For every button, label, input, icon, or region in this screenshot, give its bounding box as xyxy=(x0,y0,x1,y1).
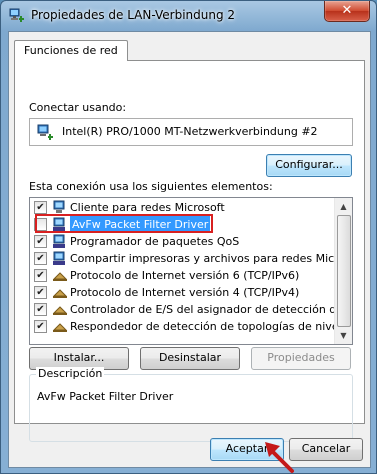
close-button[interactable]: ✕ xyxy=(324,1,370,22)
properties-button: Propiedades xyxy=(251,347,351,370)
dialog-body: Funciones de red Conectar usando: Intel(… xyxy=(8,31,371,468)
item-label: Protocolo de Internet versión 4 (TCP/IPv… xyxy=(70,286,300,299)
protocol-icon xyxy=(52,289,68,298)
cancel-button[interactable]: Cancelar xyxy=(289,438,363,461)
item-checkbox[interactable]: ✔ xyxy=(34,252,47,265)
item-checkbox[interactable]: ✔ xyxy=(34,269,47,282)
item-checkbox[interactable]: ✔ xyxy=(34,303,47,316)
connect-using-label: Conectar usando: xyxy=(29,101,127,114)
dialog-window: Propiedades de LAN-Verbindung 2 ✕ Funcio… xyxy=(0,0,377,474)
item-label: Respondedor de detección de topologías d… xyxy=(70,320,353,333)
list-scrollbar[interactable]: ▲ ▼ xyxy=(334,198,352,344)
scroll-thumb[interactable] xyxy=(337,215,351,327)
list-item[interactable]: ✔ Controlador de E/S del asignador de de… xyxy=(30,301,352,318)
window-title: Propiedades de LAN-Verbindung 2 xyxy=(31,8,236,22)
configure-button[interactable]: Configurar... xyxy=(266,154,352,177)
title-bar[interactable]: Propiedades de LAN-Verbindung 2 ✕ xyxy=(1,1,376,31)
item-checkbox[interactable]: ✔ xyxy=(34,201,47,214)
item-checkbox[interactable]: ✔ xyxy=(34,320,47,333)
network-client-icon xyxy=(53,200,65,213)
list-item[interactable]: ✔ Programador de paquetes QoS xyxy=(30,233,330,250)
description-text: AvFw Packet Filter Driver xyxy=(37,390,174,403)
item-label: Programador de paquetes QoS xyxy=(70,235,240,248)
highlight-annotation-box xyxy=(35,214,213,233)
elements-label: Esta conexión usa los siguientes element… xyxy=(29,180,273,193)
network-connection-icon xyxy=(9,8,24,22)
network-service-icon xyxy=(53,234,65,248)
network-service-icon xyxy=(53,251,65,265)
item-label: Controlador de E/S del asignador de dete… xyxy=(70,303,352,316)
list-item[interactable]: ✔ Protocolo de Internet versión 4 (TCP/I… xyxy=(30,284,330,301)
item-label: Protocolo de Internet versión 6 (TCP/IPv… xyxy=(70,269,300,282)
protocol-icon xyxy=(52,272,68,281)
description-group: Descripción AvFw Packet Filter Driver xyxy=(29,367,353,442)
uninstall-button[interactable]: Desinstalar xyxy=(140,347,240,370)
adapter-name: Intel(R) PRO/1000 MT-Netzwerkverbindung … xyxy=(62,125,318,138)
list-item[interactable]: ✔ Respondedor de detección de topologías… xyxy=(30,318,352,335)
description-title: Descripción xyxy=(36,367,105,380)
scroll-up-icon[interactable]: ▲ xyxy=(337,200,350,213)
item-checkbox[interactable]: ✔ xyxy=(34,286,47,299)
protocol-icon xyxy=(52,306,68,315)
network-adapter-icon xyxy=(37,124,53,140)
list-item[interactable]: ✔ Protocolo de Internet versión 6 (TCP/I… xyxy=(30,267,330,284)
protocol-icon xyxy=(52,323,68,332)
adapter-display: Intel(R) PRO/1000 MT-Netzwerkverbindung … xyxy=(29,118,353,146)
annotation-arrow-icon xyxy=(265,442,294,473)
item-label: Compartir impresoras y archivos para red… xyxy=(70,252,353,265)
tab-funciones-de-red[interactable]: Funciones de red xyxy=(14,40,128,61)
item-checkbox[interactable]: ✔ xyxy=(34,235,47,248)
scroll-down-icon[interactable]: ▼ xyxy=(337,329,350,342)
list-item[interactable]: ✔ Compartir impresoras y archivos para r… xyxy=(30,250,352,267)
tab-panel: Conectar usando: Intel(R) PRO/1000 MT-Ne… xyxy=(14,60,365,442)
